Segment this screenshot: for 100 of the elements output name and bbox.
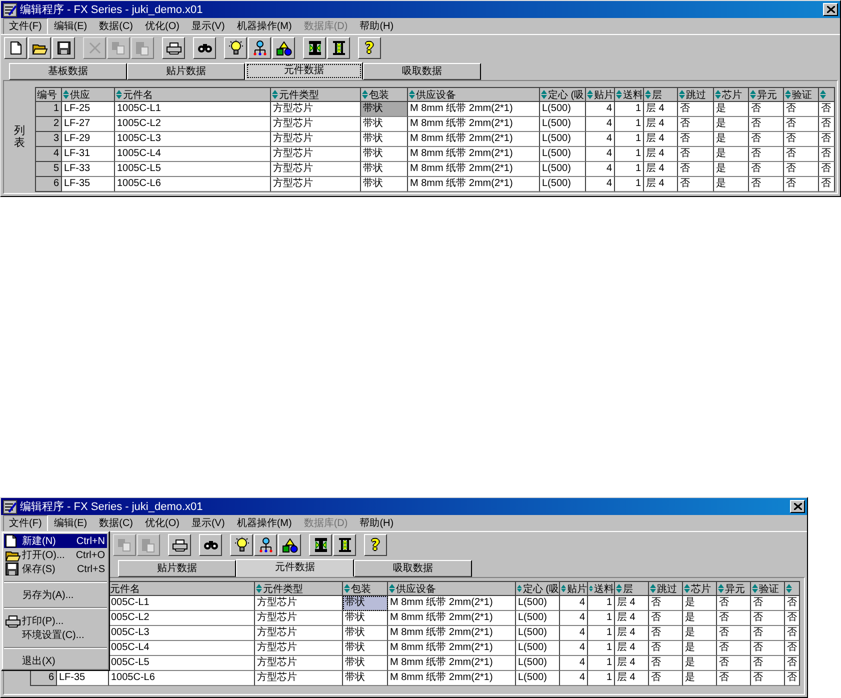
- menu-entry[interactable]: 打印(P)...: [4, 614, 107, 628]
- menu-item[interactable]: 显示(V): [185, 514, 231, 532]
- toolbar-button[interactable]: [248, 37, 271, 59]
- menu-item[interactable]: 文件(F): [3, 18, 48, 34]
- column-header[interactable]: 包装: [343, 582, 388, 596]
- table-cell: 4: [560, 611, 588, 626]
- close-button[interactable]: [790, 500, 805, 513]
- table-cell: 层 4: [644, 132, 678, 147]
- table-cell: 1005C-L3: [115, 132, 271, 147]
- toolbar-button[interactable]: [168, 534, 191, 556]
- column-header[interactable]: 包装: [361, 88, 408, 102]
- close-button[interactable]: [823, 3, 838, 16]
- table-cell: 4: [560, 626, 588, 641]
- table-cell: 否: [784, 117, 819, 132]
- table-cell: 否: [785, 656, 800, 671]
- tab[interactable]: 基板数据: [9, 63, 127, 80]
- column-header[interactable]: 芯片: [714, 88, 749, 102]
- menu-entry[interactable]: 保存(S) Ctrl+S: [4, 562, 107, 576]
- column-header[interactable]: 定心 (吸: [516, 582, 560, 596]
- menu-item[interactable]: 帮助(H): [354, 18, 400, 34]
- menu-item[interactable]: 机器操作(M): [230, 514, 298, 532]
- app-icon: [3, 500, 17, 514]
- column-header[interactable]: 供应设备: [388, 582, 516, 596]
- table-cell: L(500): [540, 132, 586, 147]
- column-header[interactable]: 供应: [62, 88, 115, 102]
- table-cell: 否: [784, 102, 819, 117]
- column-header[interactable]: 芯片: [683, 582, 717, 596]
- table-cell: 带状: [343, 641, 388, 656]
- column-header[interactable]: 元件类型: [271, 88, 361, 102]
- column-header[interactable]: 贴片: [560, 582, 588, 596]
- table-cell: 否: [819, 117, 835, 132]
- menu-entry[interactable]: 新建(N) Ctrl+N: [4, 534, 107, 548]
- column-header[interactable]: 层: [615, 582, 649, 596]
- menu-entry[interactable]: 退出(X): [4, 654, 107, 668]
- toolbar-button[interactable]: [278, 534, 301, 556]
- toolbar-button[interactable]: [28, 37, 51, 59]
- toolbar-button[interactable]: [309, 534, 332, 556]
- column-header[interactable]: [785, 582, 800, 596]
- new-file-icon: [10, 41, 22, 55]
- table-cell: 层 4: [615, 656, 649, 671]
- table-cell: 1005C-L4: [115, 147, 271, 162]
- toolbar-button[interactable]: [254, 534, 277, 556]
- column-header[interactable]: 贴片: [586, 88, 615, 102]
- column-header[interactable]: 送料: [588, 582, 615, 596]
- menu-entry[interactable]: 另存为(A)...: [4, 588, 107, 602]
- toolbar-button[interactable]: [303, 37, 326, 59]
- toolbar-button[interactable]: [327, 37, 350, 59]
- table-cell: LF-33: [62, 162, 115, 177]
- menu-item[interactable]: 优化(O): [139, 514, 186, 532]
- tab[interactable]: 吸取数据: [363, 63, 481, 80]
- tab[interactable]: 吸取数据: [354, 560, 472, 577]
- table-cell: 否: [784, 132, 819, 147]
- menu-item[interactable]: 帮助(H): [354, 514, 400, 532]
- tab[interactable]: 贴片数据: [127, 63, 245, 80]
- toolbar-button[interactable]: [230, 534, 253, 556]
- menu-item[interactable]: 数据(C): [93, 18, 140, 34]
- toolbar-button[interactable]: [272, 37, 295, 59]
- toolbar-button[interactable]: [52, 37, 75, 59]
- column-header[interactable]: 元件类型: [255, 582, 343, 596]
- printer-icon: [166, 42, 182, 54]
- table-cell: LF-25: [62, 102, 115, 117]
- toolbar-button[interactable]: [193, 37, 216, 59]
- table-cell: 1: [588, 626, 615, 641]
- tab[interactable]: 元件数据: [236, 559, 354, 577]
- toolbar-button[interactable]: [199, 534, 222, 556]
- toolbar-button[interactable]: [333, 534, 356, 556]
- toolbar-button[interactable]: [224, 37, 247, 59]
- table-cell: 带状: [361, 102, 408, 117]
- column-header[interactable]: 层: [644, 88, 678, 102]
- toolbar-button[interactable]: [4, 37, 27, 59]
- tab[interactable]: 元件数据: [245, 62, 363, 80]
- column-header[interactable]: 异元: [717, 582, 751, 596]
- column-header[interactable]: [819, 88, 835, 102]
- column-header[interactable]: 验证: [784, 88, 819, 102]
- column-header[interactable]: 送料: [615, 88, 644, 102]
- table-cell: 否: [819, 177, 835, 192]
- table-cell: M 8mm 纸带 2mm(2*1): [388, 641, 516, 656]
- menu-item[interactable]: 机器操作(M): [230, 18, 298, 34]
- table-cell: 否: [717, 596, 751, 611]
- column-header[interactable]: 定心 (吸: [540, 88, 586, 102]
- column-header[interactable]: 异元: [749, 88, 784, 102]
- column-header[interactable]: 验证: [751, 582, 785, 596]
- tab[interactable]: 贴片数据: [118, 560, 236, 577]
- column-header[interactable]: 跳过: [678, 88, 714, 102]
- column-header[interactable]: 跳过: [649, 582, 683, 596]
- menu-entry[interactable]: 打开(O)... Ctrl+O: [4, 548, 107, 562]
- column-header[interactable]: 供应设备: [408, 88, 540, 102]
- menu-entry[interactable]: 环境设置(C)...: [4, 628, 107, 642]
- menu-item[interactable]: 数据(C): [93, 514, 140, 532]
- menu-item[interactable]: 显示(V): [185, 18, 231, 34]
- table-cell: 方型芯片: [255, 656, 343, 671]
- table-cell: 005C-L5: [109, 656, 255, 671]
- table-cell: 方型芯片: [271, 177, 361, 192]
- table-cell: 否: [717, 611, 751, 626]
- menu-item[interactable]: 优化(O): [139, 18, 186, 34]
- toolbar-button[interactable]: [162, 37, 185, 59]
- height-arrows-icon: [330, 40, 346, 56]
- menu-item[interactable]: 编辑(E): [48, 18, 94, 34]
- menu-item[interactable]: 编辑(E): [48, 514, 94, 532]
- column-header[interactable]: 元件名: [115, 88, 271, 102]
